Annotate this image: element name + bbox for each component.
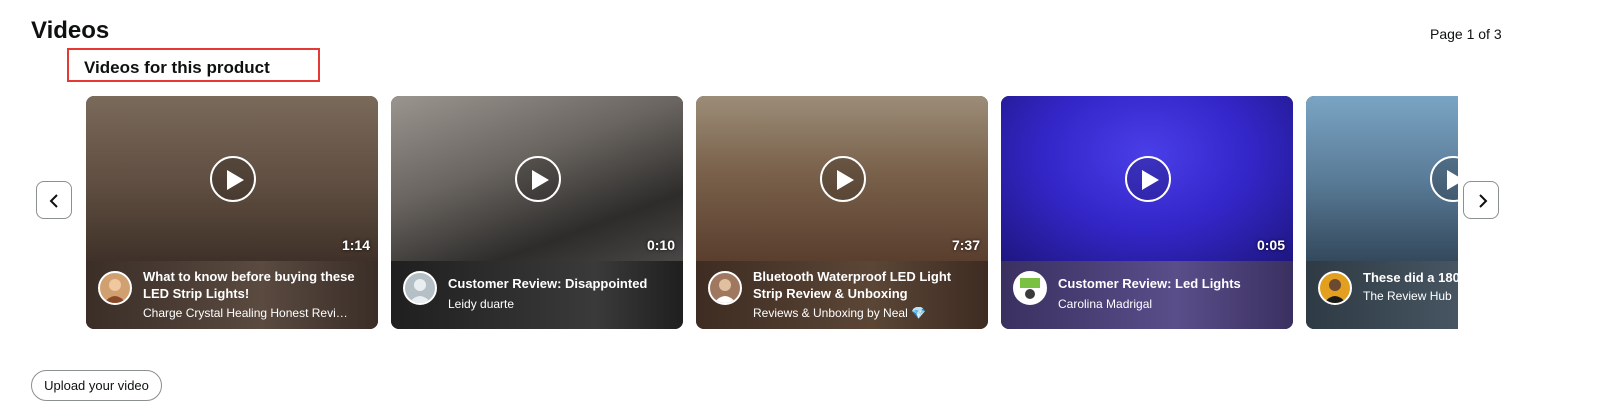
video-title[interactable]: Customer Review: Led Lights xyxy=(1058,275,1280,292)
creator-avatar xyxy=(403,271,437,305)
play-icon[interactable] xyxy=(210,156,256,202)
video-duration: 0:10 xyxy=(646,237,675,253)
video-card[interactable]: 1:14 What to know before buying these LE… xyxy=(86,96,378,329)
video-duration: 7:37 xyxy=(951,237,980,253)
video-title[interactable]: Customer Review: Disappointed xyxy=(448,275,670,292)
play-icon[interactable] xyxy=(515,156,561,202)
video-title[interactable]: What to know before buying these LED Str… xyxy=(143,268,365,302)
video-title[interactable]: Bluetooth Waterproof LED Light Strip Rev… xyxy=(753,268,975,302)
video-duration: 0:05 xyxy=(1256,237,1285,253)
video-title[interactable]: These did a 180 xyxy=(1363,269,1458,286)
creator-avatar xyxy=(1013,271,1047,305)
video-creator[interactable]: Leidy duarte xyxy=(448,297,670,311)
video-card[interactable]: 0:05 Customer Review: Led Lights Carolin… xyxy=(1001,96,1293,329)
play-icon[interactable] xyxy=(1125,156,1171,202)
section-title: Videos xyxy=(31,17,110,44)
video-card[interactable]: These did a 180 The Review Hub xyxy=(1306,96,1458,329)
play-icon[interactable] xyxy=(820,156,866,202)
creator-avatar xyxy=(98,271,132,305)
video-creator[interactable]: Carolina Madrigal xyxy=(1058,297,1280,311)
carousel-prev-button[interactable] xyxy=(36,181,72,219)
subtitle: Videos for this product xyxy=(84,58,270,77)
video-card[interactable]: 7:37 Bluetooth Waterproof LED Light Stri… xyxy=(696,96,988,329)
creator-avatar xyxy=(708,271,742,305)
video-creator[interactable]: Charge Crystal Healing Honest Revi… xyxy=(143,306,365,320)
video-carousel: 1:14 What to know before buying these LE… xyxy=(86,96,1458,329)
carousel-next-button[interactable] xyxy=(1463,181,1499,219)
creator-avatar xyxy=(1318,271,1352,305)
video-creator[interactable]: The Review Hub xyxy=(1363,289,1458,303)
upload-video-button[interactable]: Upload your video xyxy=(31,370,162,401)
video-duration: 1:14 xyxy=(341,237,370,253)
video-creator[interactable]: Reviews & Unboxing by Neal 💎 xyxy=(753,306,975,320)
page-indicator: Page 1 of 3 xyxy=(1430,26,1502,42)
video-card[interactable]: 0:10 Customer Review: Disappointed Leidy… xyxy=(391,96,683,329)
